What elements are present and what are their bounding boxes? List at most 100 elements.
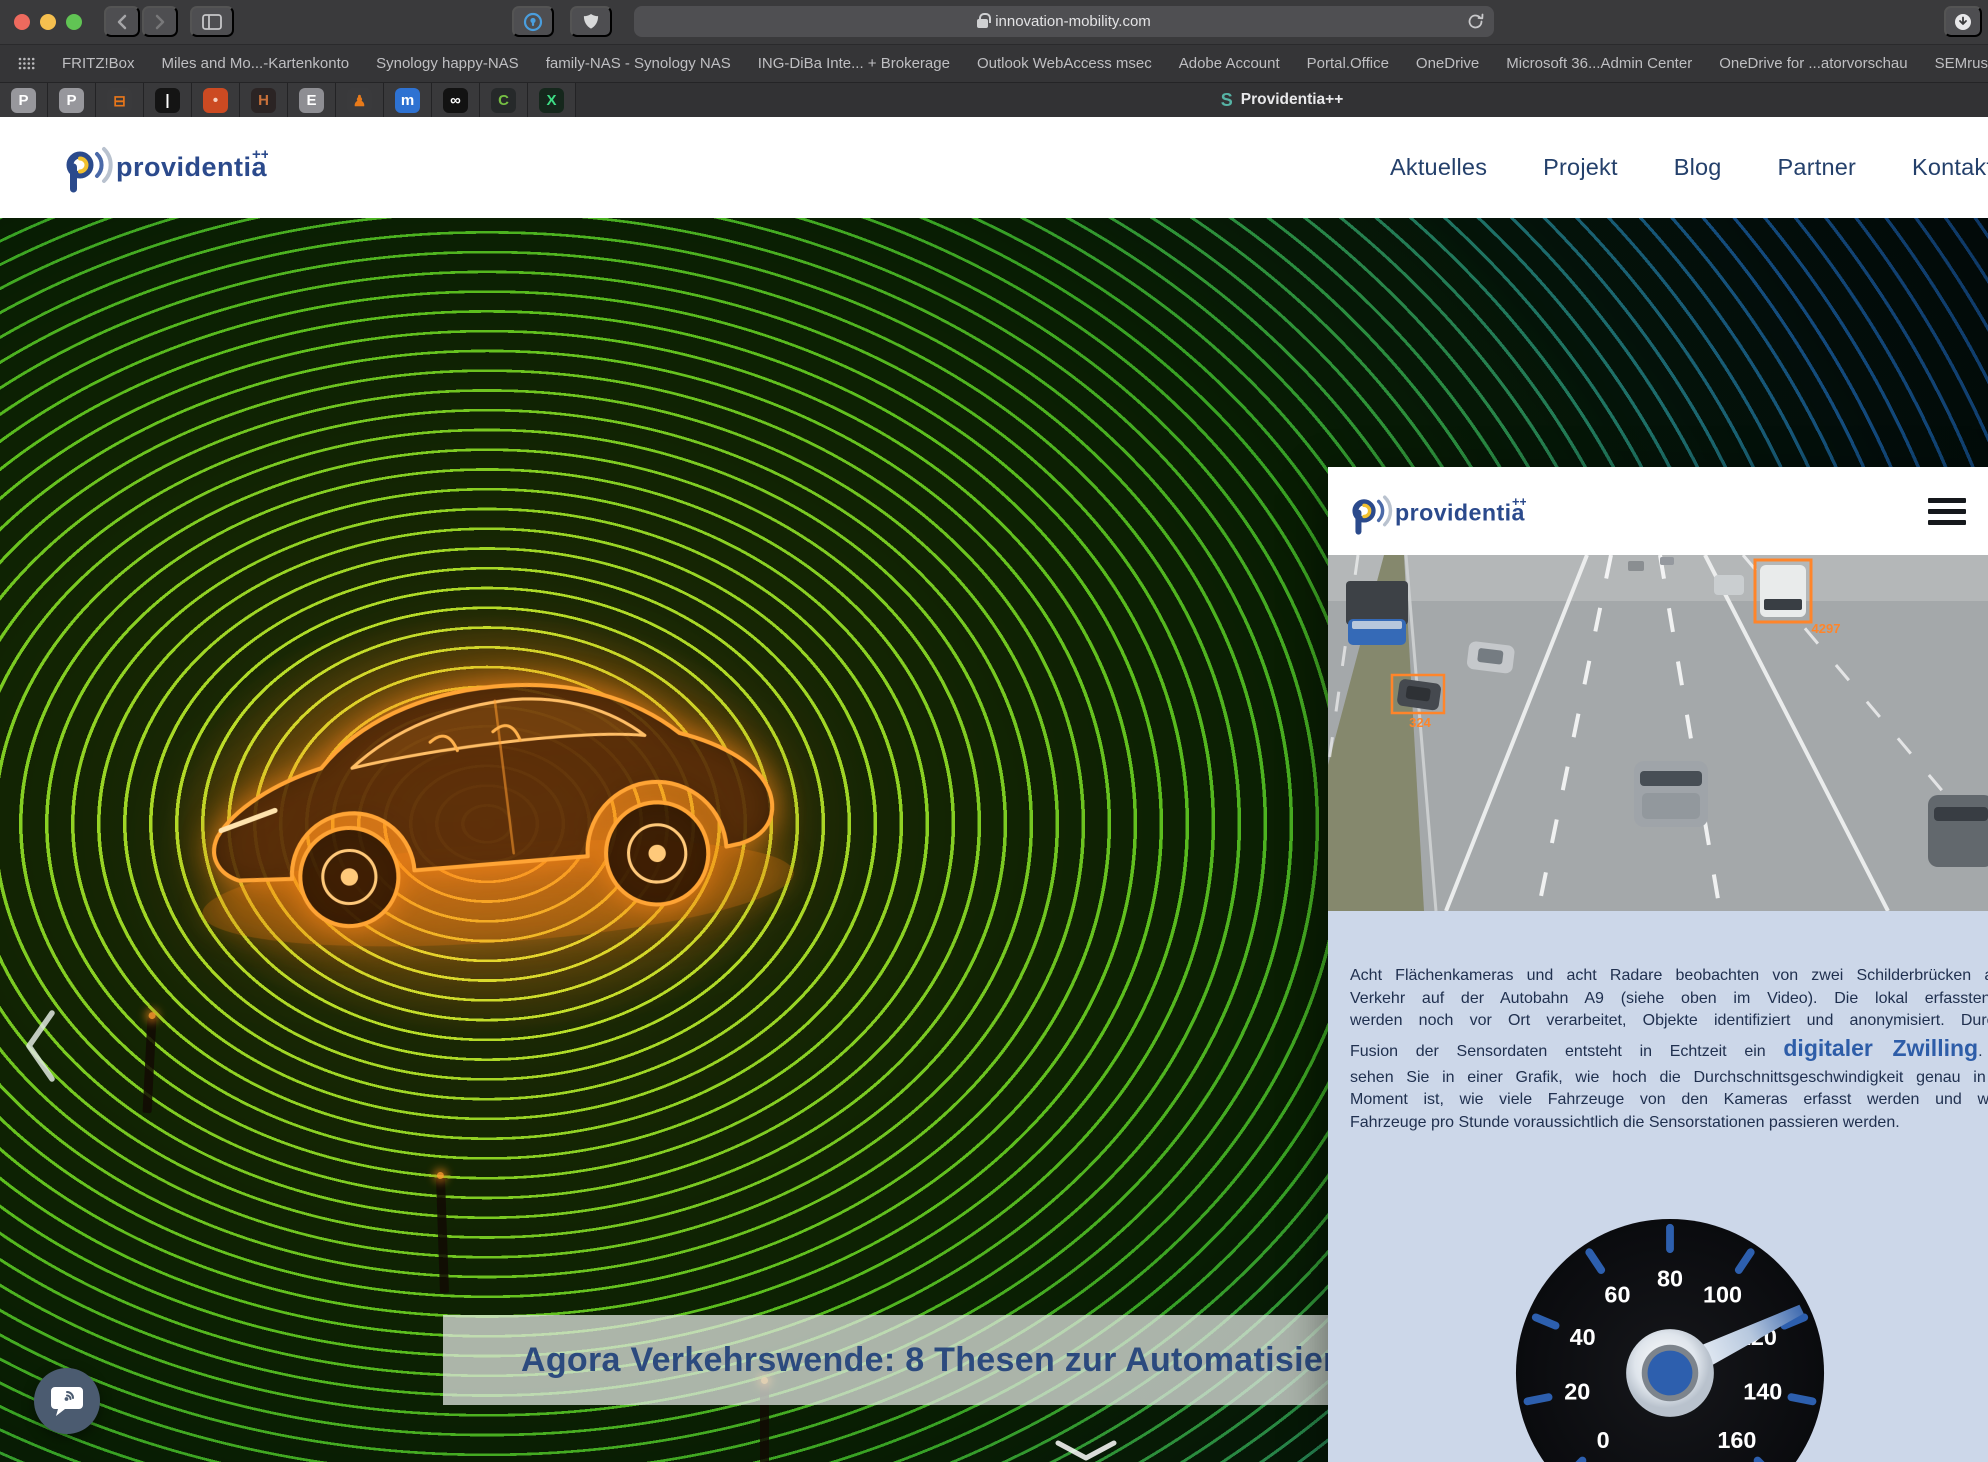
digitaler-zwilling-link[interactable]: digitaler Zwilling	[1783, 1035, 1978, 1061]
carousel-prev-button[interactable]	[20, 1008, 60, 1087]
pinned-tab-i-black[interactable]: |	[144, 83, 192, 118]
main-nav: Aktuelles Projekt Blog Partner Kontakt	[1390, 117, 1988, 218]
hamburger-icon	[1928, 498, 1966, 503]
pinned-tab-p-gray-2[interactable]: P	[48, 83, 96, 118]
bookmark-item[interactable]: Synology happy-NAS	[376, 55, 519, 72]
pinned-tab-printer-icon: ⊟	[107, 88, 132, 113]
shield-icon	[583, 12, 599, 31]
pinned-tab-c-green-icon: C	[491, 88, 516, 113]
paragraph-line: werden noch vor Ort verarbeitet, Objekte…	[1350, 1010, 1988, 1033]
bookmark-item[interactable]: SEMrus	[1935, 55, 1988, 72]
sidebar-toggle-button[interactable]	[190, 6, 234, 37]
pinned-tab-x-green[interactable]: X	[528, 83, 576, 118]
pinned-tab-i-black-icon: |	[155, 88, 180, 113]
bookmarks-bar: FRITZ!Box Miles and Mo...-Kartenkonto Syno…	[0, 44, 1988, 82]
shield-extension-button[interactable]	[570, 6, 612, 37]
paragraph-line: Fusion der Sensordaten entsteht in Echtz…	[1350, 1033, 1988, 1067]
downloads-button[interactable]	[1944, 6, 1982, 37]
pinned-tab-h-brown-icon: H	[251, 88, 276, 113]
svg-text:providentia: providentia	[1395, 499, 1526, 525]
pinned-tab-e-gray-icon: E	[299, 88, 324, 113]
bookmarks-grid-button[interactable]	[18, 57, 35, 70]
onepassword-icon	[523, 12, 543, 32]
bookmark-item[interactable]: ING-DiBa Inte... + Brokerage	[758, 55, 950, 72]
providentia-logo-small[interactable]: providentia ++	[1350, 492, 1526, 540]
reload-button[interactable]	[1467, 13, 1484, 34]
bookmark-item[interactable]: Outlook WebAccess msec	[977, 55, 1152, 72]
bookmark-item[interactable]: OneDrive for ...atorvorschau	[1719, 55, 1907, 72]
pinned-tab-m-blue[interactable]: m	[384, 83, 432, 118]
svg-text:++: ++	[252, 146, 268, 163]
bookmark-item[interactable]: Adobe Account	[1179, 55, 1280, 72]
bookmark-item[interactable]: Miles and Mo...-Kartenkonto	[162, 55, 350, 72]
bookmark-item[interactable]: family-NAS - Synology NAS	[546, 55, 731, 72]
paragraph-line: Acht Flächenkameras und acht Radare beob…	[1350, 965, 1988, 988]
chat-fingerprint-icon	[49, 1384, 85, 1418]
tab-title: Providentia++	[1241, 91, 1344, 109]
slide-title: Agora Verkehrswende: 8 Thesen zur Automa…	[521, 1341, 1383, 1380]
providentia-logo-icon: providentia ++	[1350, 492, 1526, 535]
forward-button[interactable]	[142, 6, 178, 37]
nav-item-projekt[interactable]: Projekt	[1543, 154, 1618, 181]
nav-item-aktuelles[interactable]: Aktuelles	[1390, 154, 1487, 181]
gauge-hub	[1626, 1329, 1714, 1417]
paragraph-line: sehen Sie in einer Grafik, wie hoch die …	[1350, 1067, 1988, 1090]
providentia-logo[interactable]: providentia ++	[64, 143, 268, 198]
browser-toolbar: innovation-mobility.com	[0, 0, 1988, 44]
chevron-down-icon	[1054, 1440, 1118, 1462]
pinned-tab-h-brown[interactable]: H	[240, 83, 288, 118]
chat-widget-button[interactable]	[34, 1368, 100, 1434]
paragraph-line: Verkehr auf der Autobahn A9 (siehe oben …	[1350, 988, 1988, 1011]
pinned-tab-e-gray[interactable]: E	[288, 83, 336, 118]
pinned-tab-infinity-icon: ∞	[443, 88, 468, 113]
reload-icon	[1467, 13, 1484, 30]
address-url: innovation-mobility.com	[995, 13, 1151, 30]
onepassword-extension-button[interactable]	[512, 6, 554, 37]
window-zoom-button[interactable]	[66, 14, 82, 30]
pinned-tab-c-green[interactable]: C	[480, 83, 528, 118]
address-bar[interactable]: innovation-mobility.com	[634, 6, 1494, 37]
paragraph-line: Fahrzeuge pro Stunde voraussichtlich die…	[1350, 1112, 1988, 1135]
bookmark-item[interactable]: Portal.Office	[1307, 55, 1389, 72]
back-button[interactable]	[104, 6, 140, 37]
pinned-tab-person[interactable]: ♟	[336, 83, 384, 118]
svg-text:0: 0	[1597, 1427, 1610, 1453]
paragraph-line: Moment ist, wie viele Fahrzeuge von den …	[1350, 1089, 1988, 1112]
mobile-card-header: providentia ++	[1328, 467, 1988, 555]
scroll-down-chevron[interactable]	[1054, 1440, 1118, 1462]
pinned-tab-p-gray-1-icon: P	[11, 88, 36, 113]
sidebar-icon	[202, 14, 222, 30]
providentia-logo-icon: providentia ++	[64, 143, 268, 193]
pinned-tab-infinity[interactable]: ∞	[432, 83, 480, 118]
window-minimize-button[interactable]	[40, 14, 56, 30]
active-tab-providentia[interactable]: S Providentia++	[576, 83, 1988, 117]
mobile-preview-card: providentia ++	[1328, 467, 1988, 1462]
mobile-menu-button[interactable]	[1928, 498, 1966, 525]
info-paragraph: Acht Flächenkameras und acht Radare beob…	[1350, 965, 1988, 1134]
tab-bar: PP ⊟ | • HE ♟ m ∞ CX S Providentia++	[0, 82, 1988, 117]
pinned-tab-m-blue-icon: m	[395, 88, 420, 113]
site-header: providentia ++ Aktuelles Projekt Blog Pa…	[0, 117, 1988, 218]
window-close-button[interactable]	[14, 14, 30, 30]
pinned-tab-orange-square[interactable]: •	[192, 83, 240, 118]
svg-text:80: 80	[1657, 1265, 1683, 1291]
download-icon	[1954, 13, 1972, 31]
bookmark-item[interactable]: Microsoft 36...Admin Center	[1506, 55, 1692, 72]
pinned-tab-person-icon: ♟	[347, 88, 372, 113]
nav-item-blog[interactable]: Blog	[1674, 154, 1722, 181]
chevron-right-icon	[153, 13, 167, 31]
chevron-left-large-icon	[20, 1008, 60, 1084]
bookmark-item[interactable]: FRITZ!Box	[62, 55, 135, 72]
bookmark-item[interactable]: OneDrive	[1416, 55, 1479, 72]
lock-icon	[977, 19, 988, 28]
pinned-tab-p-gray-1[interactable]: P	[0, 83, 48, 118]
nav-item-kontakt[interactable]: Kontakt	[1912, 154, 1988, 181]
pinned-tab-printer[interactable]: ⊟	[96, 83, 144, 118]
highway-scene: 324 4297	[1328, 555, 1988, 911]
safari-window: innovation-mobility.com FRITZ!Box Miles a…	[0, 0, 1988, 1462]
highway-video[interactable]: 324 4297	[1328, 555, 1988, 911]
pinned-tab-orange-square-icon: •	[203, 88, 228, 113]
svg-text:20: 20	[1564, 1378, 1590, 1404]
chevron-left-icon	[115, 13, 129, 31]
nav-item-partner[interactable]: Partner	[1778, 154, 1856, 181]
